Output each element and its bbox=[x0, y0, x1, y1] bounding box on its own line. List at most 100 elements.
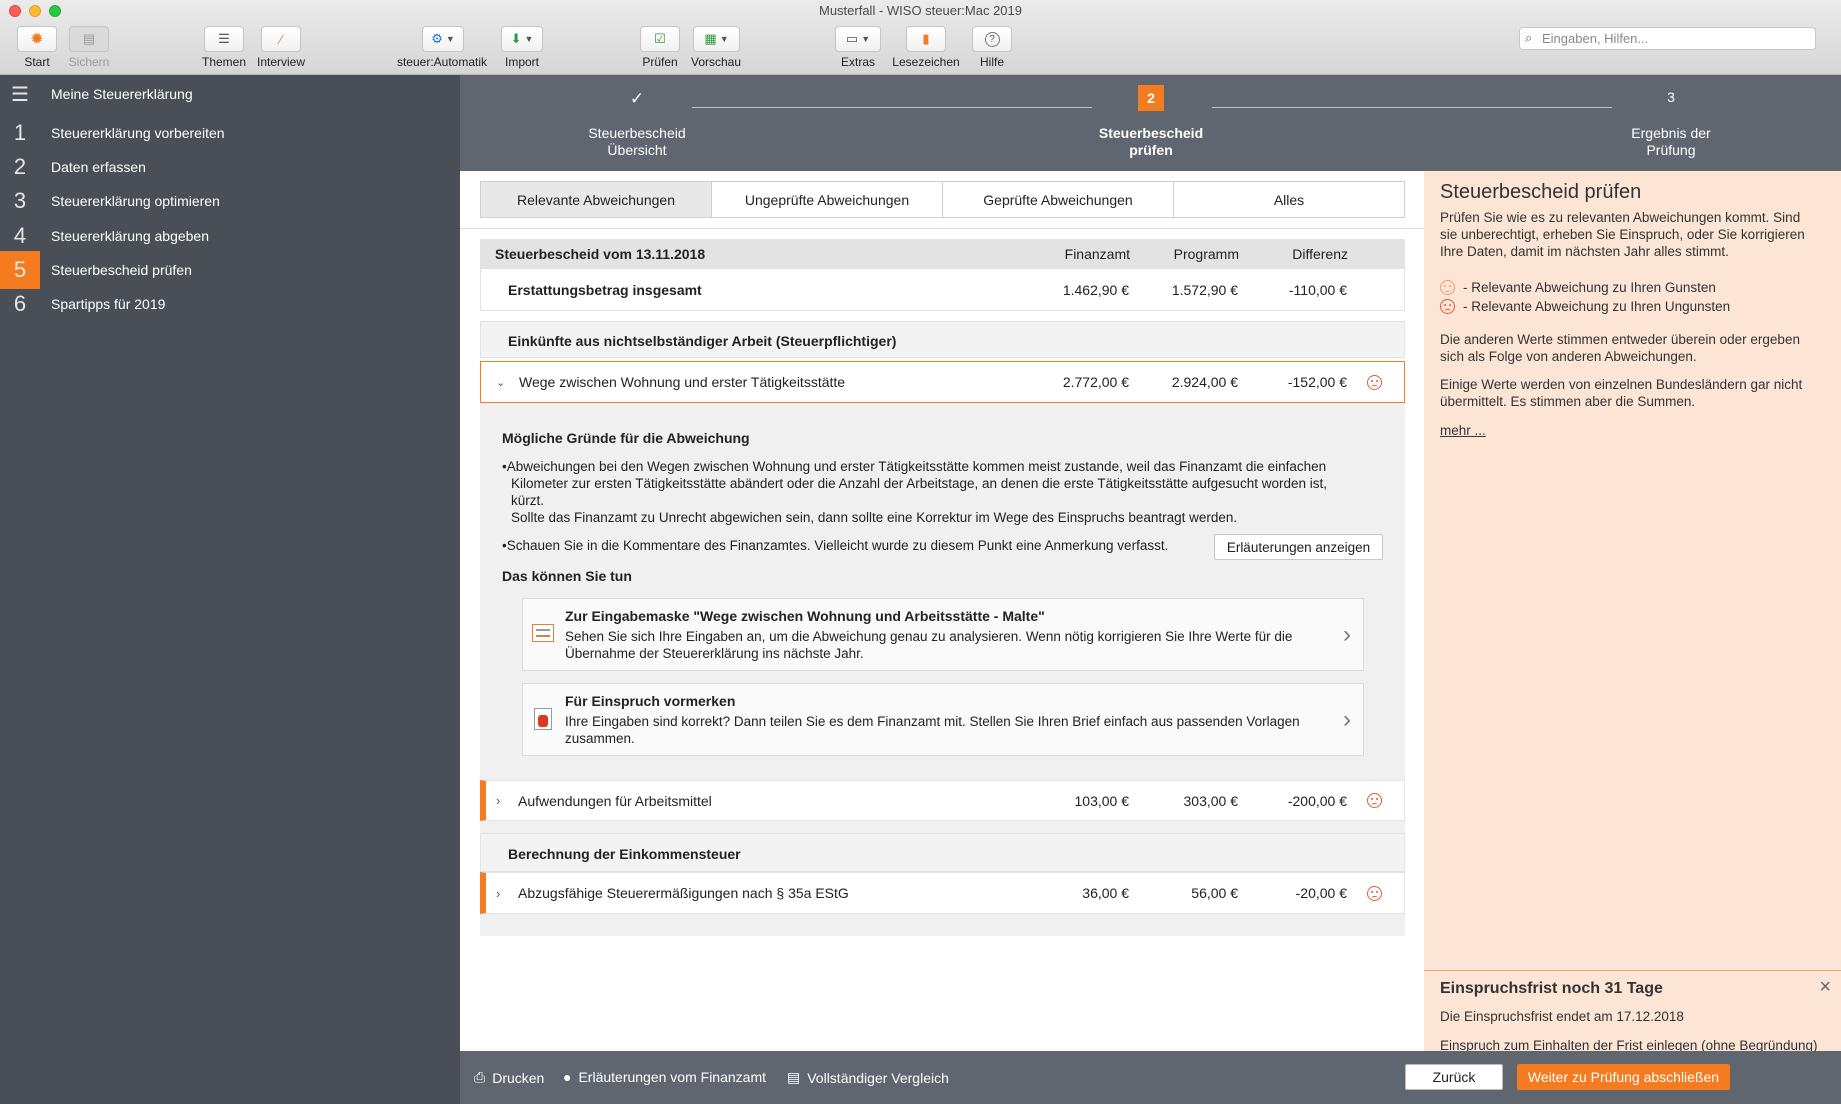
sidebar-item-label: Steuererklärung abgeben bbox=[51, 228, 210, 244]
speech-bubble-icon: ● bbox=[563, 1069, 572, 1085]
chevron-down-icon[interactable]: ⌄ bbox=[496, 376, 505, 389]
main-content: Relevante Abweichungen Ungeprüfte Abweic… bbox=[460, 171, 1424, 1051]
back-button[interactable]: Zurück bbox=[1405, 1064, 1503, 1090]
full-comparison-button[interactable]: ▤ Vollständiger Vergleich bbox=[787, 1069, 949, 1086]
action-text-line: Übernahme der Steuererklärung ins nächst… bbox=[565, 646, 864, 661]
todo-title: Das können Sie tun bbox=[502, 568, 632, 584]
save-icon: ▤ bbox=[82, 31, 96, 46]
sidebar-item-spartipps[interactable]: 6 Spartipps für 2019 bbox=[0, 285, 460, 323]
chevron-right-icon[interactable]: › bbox=[496, 886, 500, 901]
reason-line: kürzt. bbox=[511, 493, 545, 508]
automatik-label: steuer:Automatik bbox=[396, 55, 488, 69]
start-label: Start bbox=[24, 55, 50, 69]
goto-input-form-action[interactable]: Zur Eingabemaske "Wege zwischen Wohnung … bbox=[522, 598, 1364, 671]
sidebar-item-daten-erfassen[interactable]: 2 Daten erfassen bbox=[0, 148, 460, 186]
bookmarks-button[interactable]: ▮ bbox=[906, 26, 946, 52]
section-header: Einkünfte aus nichtselbständiger Arbeit … bbox=[480, 321, 1405, 358]
deviation-label: Aufwendungen für Arbeitsmittel bbox=[518, 792, 712, 809]
stepper-line bbox=[1212, 107, 1612, 108]
favorable-icon bbox=[1440, 280, 1455, 295]
tab-ungepruefte-abweichungen[interactable]: Ungeprüfte Abweichungen bbox=[712, 182, 943, 217]
close-icon[interactable]: × bbox=[1819, 976, 1831, 999]
step-3-label: Ergebnis der Prüfung bbox=[1611, 125, 1731, 159]
help-text-line: sich als Folge von anderen Abweichungen. bbox=[1440, 349, 1697, 364]
total-differenz: -110,00 € bbox=[1288, 281, 1347, 298]
step-label-line: Prüfung bbox=[1646, 142, 1696, 158]
deviation-programm: 2.924,00 € bbox=[1171, 374, 1238, 390]
step-1-label[interactable]: Steuerbescheid Übersicht bbox=[577, 125, 697, 159]
sidebar: ☰ Meine Steuererklärung 1 Steuererklärung… bbox=[0, 75, 460, 1104]
sidebar-item-number: 6 bbox=[13, 291, 27, 316]
total-programm: 1.572,90 € bbox=[1171, 281, 1238, 298]
deviation-row-arbeitsmittel[interactable]: › Aufwendungen für Arbeitsmittel 103,00 … bbox=[480, 780, 1405, 821]
help-intro: Prüfen Sie wie es zu relevanten Abweichu… bbox=[1440, 209, 1830, 260]
finish-check-button[interactable]: Weiter zu Prüfung abschließen bbox=[1517, 1064, 1730, 1090]
sidebar-item-bescheid-pruefen[interactable]: 5 Steuerbescheid prüfen bbox=[0, 251, 460, 289]
sidebar-item-label: Steuerbescheid prüfen bbox=[51, 262, 192, 278]
more-link[interactable]: mehr ... bbox=[1440, 422, 1486, 439]
chevron-right-icon: › bbox=[1343, 706, 1351, 733]
deviation-differenz: -152,00 € bbox=[1287, 374, 1347, 390]
chevron-down-icon: ▼ bbox=[719, 34, 729, 44]
bookmarks-label: Lesezeichen bbox=[892, 55, 960, 69]
step-label-line: Steuerbescheid bbox=[588, 125, 686, 141]
automatik-icon: ⚙ bbox=[431, 31, 443, 46]
tax-office-explanations-button[interactable]: ● Erläuterungen vom Finanzamt bbox=[563, 1069, 766, 1085]
show-explanations-button[interactable]: Erläuterungen anzeigen bbox=[1214, 534, 1383, 560]
tab-gepruefte-abweichungen[interactable]: Geprüfte Abweichungen bbox=[943, 182, 1174, 217]
help-paragraph-2: Die anderen Werte stimmen entweder übere… bbox=[1440, 331, 1830, 365]
chevron-down-icon: ▼ bbox=[445, 34, 455, 44]
sidebar-item-vorbereiten[interactable]: 1 Steuererklärung vorbereiten bbox=[0, 114, 460, 152]
help-text-line: Die anderen Werte stimmen entweder übere… bbox=[1440, 332, 1800, 347]
tab-alles[interactable]: Alles bbox=[1174, 182, 1404, 217]
form-icon bbox=[532, 624, 554, 642]
sidebar-item-label: Steuererklärung vorbereiten bbox=[51, 125, 225, 141]
help-icon: ? bbox=[984, 31, 1000, 47]
deviation-finanzamt: 2.772,00 € bbox=[1062, 374, 1129, 390]
sidebar-item-optimieren[interactable]: 3 Steuererklärung optimieren bbox=[0, 182, 460, 220]
sidebar-header[interactable]: ☰ Meine Steuererklärung bbox=[0, 75, 460, 113]
step-label-line: prüfen bbox=[1129, 142, 1173, 158]
deviation-row-35a[interactable]: › Abzugsfähige Steuerermäßigungen nach §… bbox=[480, 872, 1405, 914]
total-row: Erstattungsbetrag insgesamt 1.462,90 € 1… bbox=[480, 269, 1405, 311]
print-button[interactable]: ⎙ Drucken bbox=[474, 1069, 544, 1086]
column-header-finanzamt: Finanzamt bbox=[1064, 246, 1130, 262]
sun-icon: ✹ bbox=[30, 31, 44, 48]
tab-relevante-abweichungen[interactable]: Relevante Abweichungen bbox=[481, 182, 712, 217]
bookmark-icon: ▮ bbox=[922, 31, 930, 46]
chevron-right-icon[interactable]: › bbox=[496, 793, 500, 808]
start-button[interactable]: ✹ bbox=[17, 26, 57, 52]
step-current-marker: 2 bbox=[1138, 85, 1164, 111]
section-title: Berechnung der Einkommensteuer bbox=[508, 846, 741, 862]
check-button[interactable]: ☑ bbox=[640, 26, 680, 52]
compare-label: Vollständiger Vergleich bbox=[807, 1069, 949, 1086]
list-icon: ☰ bbox=[11, 83, 29, 106]
step-label-line: Ergebnis der bbox=[1631, 125, 1711, 141]
search-input[interactable]: ⌕ Eingaben, Hilfen... bbox=[1519, 27, 1816, 50]
help-text-line: Einige Werte werden von einzelnen Bundes… bbox=[1440, 377, 1803, 392]
preview-button[interactable]: ▦ ▼ bbox=[693, 26, 740, 52]
step-label-line: Steuerbescheid bbox=[1098, 125, 1204, 141]
interview-button[interactable]: ⁄ bbox=[261, 26, 301, 52]
sidebar-item-abgeben[interactable]: 4 Steuererklärung abgeben bbox=[0, 217, 460, 255]
import-button[interactable]: ⬇ ▼ bbox=[501, 26, 543, 52]
list-icon: ☰ bbox=[218, 31, 230, 46]
column-header-programm: Programm bbox=[1173, 246, 1239, 262]
legend-label: - Relevante Abweichung zu Ihren Ungunste… bbox=[1463, 299, 1731, 314]
sidebar-item-number: 4 bbox=[13, 223, 27, 248]
deviation-differenz: -20,00 € bbox=[1295, 885, 1347, 901]
themes-button[interactable]: ☰ bbox=[204, 26, 244, 52]
help-button[interactable]: ? bbox=[972, 26, 1012, 52]
automatik-button[interactable]: ⚙ ▼ bbox=[422, 26, 464, 52]
divider bbox=[460, 228, 1424, 229]
help-panel: Steuerbescheid prüfen Prüfen Sie wie es … bbox=[1424, 171, 1841, 1053]
window-title: Musterfall - WISO steuer:Mac 2019 bbox=[818, 3, 1022, 18]
mark-for-objection-action[interactable]: Für Einspruch vormerken Ihre Eingaben si… bbox=[522, 683, 1364, 756]
extras-button[interactable]: ▭ ▼ bbox=[835, 26, 881, 52]
deviation-programm: 303,00 € bbox=[1183, 792, 1239, 809]
reason-line: Kilometer zur ersten Tätigkeitsstätte ab… bbox=[511, 476, 1327, 491]
save-button[interactable]: ▤ bbox=[69, 26, 109, 52]
sidebar-item-label: Daten erfassen bbox=[51, 159, 146, 175]
sidebar-header-label: Meine Steuererklärung bbox=[51, 86, 193, 102]
deviation-row-wege[interactable]: ⌄ Wege zwischen Wohnung und erster Tätig… bbox=[480, 361, 1405, 403]
